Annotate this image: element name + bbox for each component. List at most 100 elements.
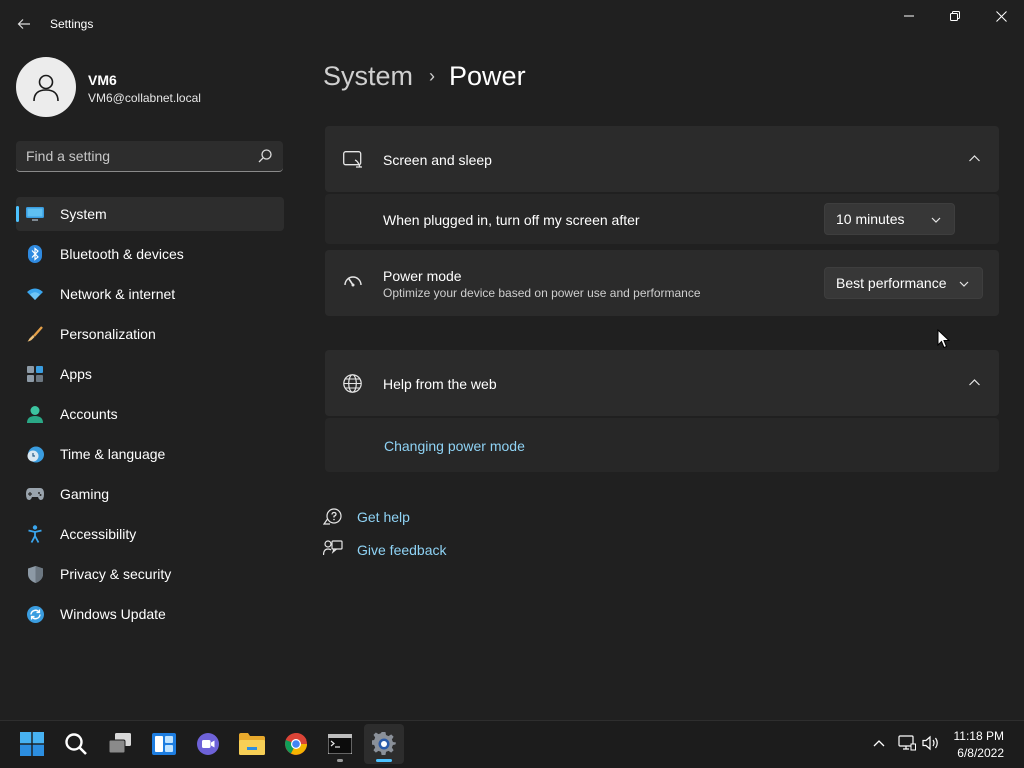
sidebar-item-apps[interactable]: Apps [16,357,284,391]
app-title: Settings [50,17,94,31]
changing-power-mode-link[interactable]: Changing power mode [384,438,525,454]
sidebar-item-accessibility[interactable]: Accessibility [16,517,284,551]
settings-taskbar-button[interactable] [364,724,404,764]
chevron-down-icon [959,281,969,287]
chevron-down-icon [931,217,941,223]
start-icon [20,732,44,756]
sidebar-item-label: Accounts [60,406,118,422]
sidebar-item-label: Accessibility [60,526,137,542]
help-web-content: Changing power mode [325,418,999,472]
avatar[interactable] [16,57,76,117]
user-name: VM6 [88,72,117,88]
plugged-in-label: When plugged in, turn off my screen afte… [383,212,640,228]
chat-button[interactable] [188,724,228,764]
person-icon [33,74,59,102]
taskbar-time[interactable]: 11:18 PM [954,729,1004,743]
sidebar-item-personalization[interactable]: Personalization [16,317,284,351]
task-view-button[interactable] [100,724,140,764]
widgets-button[interactable] [144,724,184,764]
start-button[interactable] [12,724,52,764]
feedback-icon [322,540,345,560]
search-input[interactable] [26,146,246,166]
sidebar-item-label: Apps [60,366,92,382]
gamepad-icon [26,485,44,503]
screen-timeout-value: 10 minutes [836,211,905,227]
brush-icon [26,325,44,343]
minimize-icon [904,15,914,17]
running-indicator [337,759,343,762]
sidebar-item-bluetooth[interactable]: Bluetooth & devices [16,237,284,271]
chrome-icon [285,732,307,755]
power-mode-description: Optimize your device based on power use … [383,286,701,300]
screen-sleep-header[interactable]: Screen and sleep [325,126,999,192]
restore-icon [950,11,960,21]
clock-globe-icon [26,445,44,463]
accessibility-icon [26,525,44,543]
chevron-right-icon: › [429,65,436,86]
help-web-title: Help from the web [383,376,497,392]
help-web-header[interactable]: Help from the web [325,350,999,416]
breadcrumb-parent[interactable]: System [323,61,413,92]
sidebar-item-label: Network & internet [60,286,176,302]
file-explorer-button[interactable] [232,724,272,764]
plugged-in-row: When plugged in, turn off my screen afte… [325,194,999,244]
network-tray-button[interactable] [897,733,917,753]
taskbar-search-button[interactable] [56,724,96,764]
widgets-icon [152,733,176,755]
wifi-icon [26,285,44,303]
sidebar-item-network[interactable]: Network & internet [16,277,284,311]
sidebar-item-privacy[interactable]: Privacy & security [16,557,284,591]
chevron-up-icon[interactable] [969,379,980,386]
sidebar-item-windows-update[interactable]: Windows Update [16,597,284,631]
page-title: Power [449,60,526,91]
sidebar-item-label: System [60,206,107,222]
sidebar-item-system[interactable]: System [16,197,284,231]
screen-sleep-title: Screen and sleep [383,152,492,168]
give-feedback-link[interactable]: Give feedback [357,542,447,558]
sidebar-item-accounts[interactable]: Accounts [16,397,284,431]
screen-sleep-icon [343,151,362,168]
volume-icon [922,735,938,751]
volume-tray-button[interactable] [921,733,941,753]
sidebar-item-gaming[interactable]: Gaming [16,477,284,511]
show-hidden-icons-button[interactable] [869,733,889,753]
active-app-indicator [376,759,392,762]
apps-icon [26,365,44,383]
search-icon[interactable] [257,148,273,164]
person-icon [26,405,44,423]
terminal-button[interactable] [320,724,360,764]
chevron-up-icon [873,740,885,747]
taskbar-date[interactable]: 6/8/2022 [957,746,1004,760]
chevron-up-icon[interactable] [969,155,980,162]
sidebar-item-label: Windows Update [60,606,166,622]
sidebar-item-label: Privacy & security [60,566,172,582]
close-button[interactable] [978,0,1024,32]
sidebar-item-time-language[interactable]: Time & language [16,437,284,471]
sidebar-item-label: Bluetooth & devices [60,246,184,262]
power-mode-dropdown[interactable]: Best performance [824,267,983,299]
get-help-icon [322,507,345,527]
sidebar-item-label: Gaming [60,486,110,502]
sidebar-item-label: Personalization [60,326,156,342]
shield-icon [26,565,44,583]
chrome-button[interactable] [276,724,316,764]
settings-icon [372,732,396,756]
sidebar-item-label: Time & language [60,446,166,462]
minimize-button[interactable] [886,0,932,32]
back-arrow-icon [17,19,30,29]
screen-timeout-dropdown[interactable]: 10 minutes [824,203,955,235]
breadcrumb: System › Power [323,58,526,94]
update-icon [26,605,44,623]
task-view-icon [108,733,131,754]
restore-button[interactable] [932,0,978,32]
power-mode-title: Power mode [383,268,462,284]
mouse-cursor [937,329,951,349]
speedometer-icon [344,276,362,287]
back-button[interactable] [12,12,36,36]
get-help-link[interactable]: Get help [357,509,410,525]
power-mode-row: Power mode Optimize your device based on… [325,250,999,316]
terminal-icon [328,734,352,754]
search-box[interactable] [16,141,283,172]
user-email: VM6@collabnet.local [88,91,201,105]
chat-icon [197,733,219,755]
